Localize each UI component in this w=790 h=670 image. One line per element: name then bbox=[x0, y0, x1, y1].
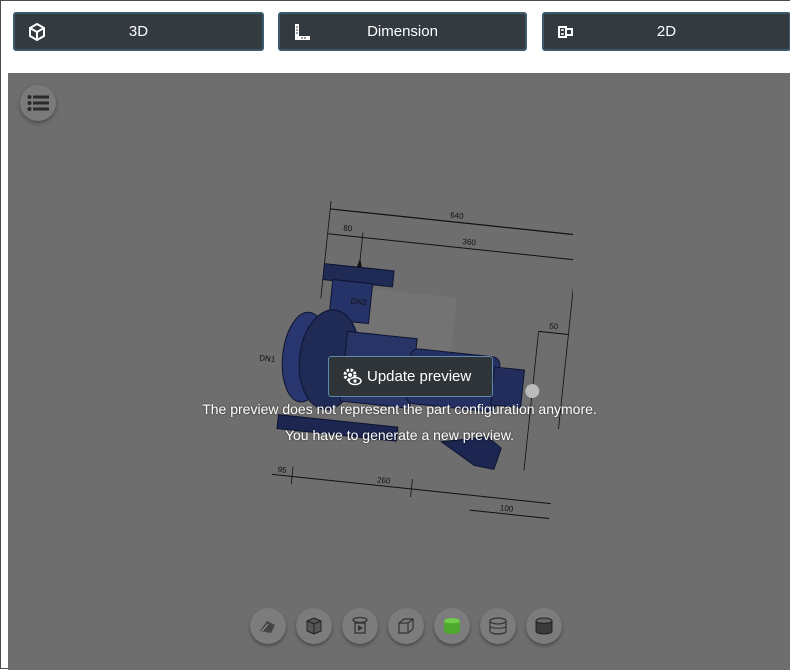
solid-view-button[interactable] bbox=[526, 608, 562, 644]
dim-label: DN1 bbox=[259, 353, 276, 364]
dimension-line bbox=[538, 330, 569, 336]
dim-label: 100 bbox=[499, 503, 514, 513]
wireframe-view-icon bbox=[398, 618, 414, 634]
dim-label: 360 bbox=[462, 237, 477, 247]
extension-line bbox=[290, 466, 294, 485]
dim-label: 640 bbox=[450, 211, 465, 221]
shaded-view-icon bbox=[306, 617, 322, 635]
tab-3d[interactable]: 3D bbox=[13, 12, 264, 51]
view-style-toolbar bbox=[250, 608, 570, 648]
generate-preview-hint: You have to generate a new preview. bbox=[284, 427, 515, 443]
list-icon bbox=[27, 95, 49, 111]
hidden-line-view-icon bbox=[489, 617, 507, 635]
extension-line bbox=[410, 478, 413, 497]
hidden-line-view-button[interactable] bbox=[480, 608, 516, 644]
app-frame: 3D Dimension 2D 640 80 360 DN2 50 DN1 95… bbox=[0, 0, 790, 670]
colored-shaded-view-icon bbox=[444, 618, 460, 634]
outdated-preview-message: The preview does not represent the part … bbox=[202, 401, 597, 417]
update-preview-label: Update preview bbox=[367, 368, 472, 385]
dim-label: 50 bbox=[549, 322, 559, 332]
dim-label: 80 bbox=[343, 223, 353, 233]
menu-button[interactable] bbox=[20, 85, 56, 121]
solid-view-icon bbox=[535, 617, 553, 635]
dimension-line bbox=[327, 233, 573, 261]
gear-eye-icon bbox=[343, 368, 362, 386]
tab-dimension[interactable]: Dimension bbox=[278, 12, 527, 51]
view-mode-toolbar: 3D Dimension 2D bbox=[1, 1, 790, 73]
extension-line bbox=[320, 200, 332, 299]
tab-2d[interactable]: 2D bbox=[542, 12, 790, 51]
extension-line bbox=[558, 227, 573, 430]
animation-view-icon bbox=[352, 616, 368, 634]
dim-label: DN2 bbox=[350, 297, 367, 308]
tab-dimension-label: Dimension bbox=[367, 23, 438, 40]
dim-label: 95 bbox=[277, 465, 287, 475]
perspective-view-button[interactable] bbox=[250, 608, 286, 644]
shaded-view-button[interactable] bbox=[296, 608, 332, 644]
animation-view-button[interactable] bbox=[342, 608, 378, 644]
preview-viewer[interactable]: 640 80 360 DN2 50 DN1 95 260 100 Update … bbox=[8, 73, 790, 670]
update-preview-button[interactable]: Update preview bbox=[328, 356, 493, 397]
perspective-view-icon bbox=[260, 621, 275, 633]
tab-3d-label: 3D bbox=[128, 23, 149, 40]
dim-label: 260 bbox=[377, 475, 392, 485]
tab-2d-label: 2D bbox=[656, 23, 677, 40]
wireframe-view-button[interactable] bbox=[388, 608, 424, 644]
colored-shaded-view-button[interactable] bbox=[434, 608, 470, 644]
